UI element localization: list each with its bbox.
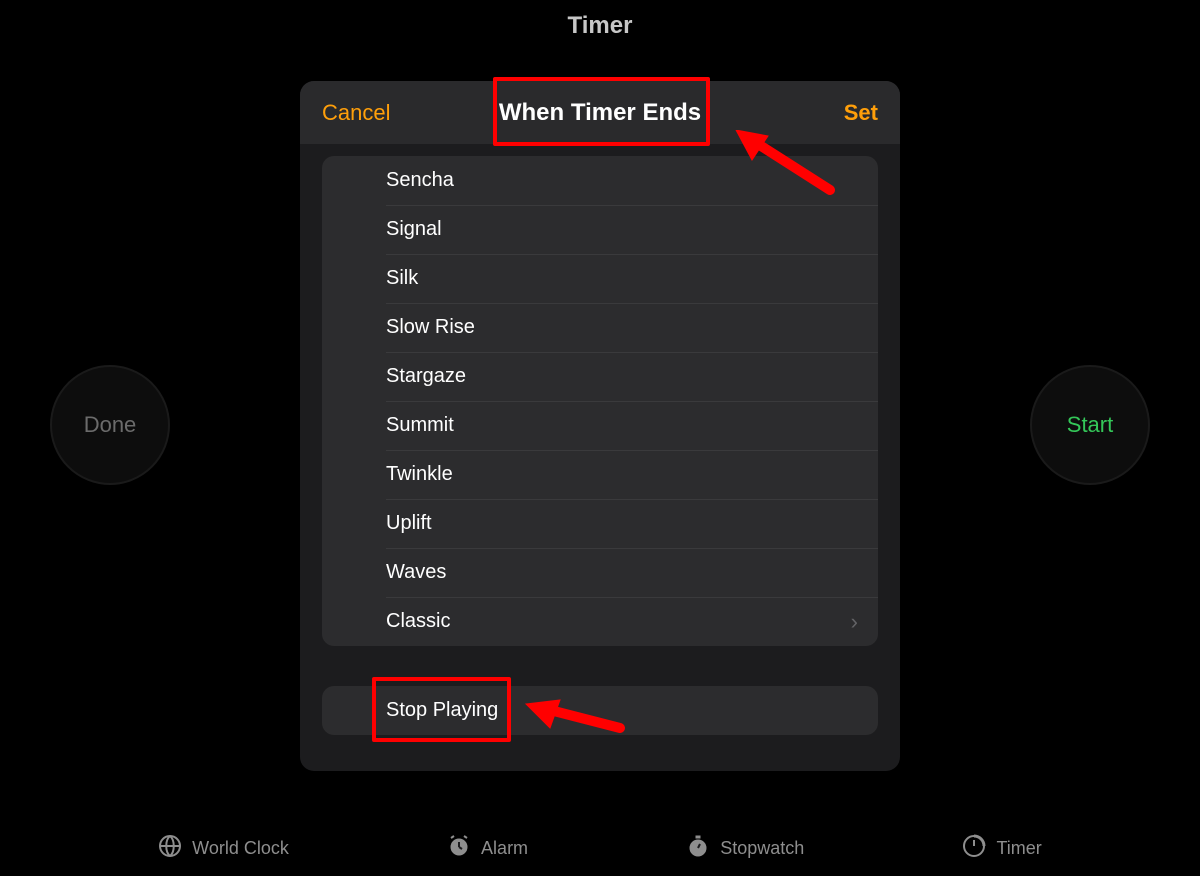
sound-label: Summit — [386, 414, 454, 437]
sound-label: Silk — [386, 267, 418, 290]
timer-icon — [962, 834, 986, 863]
done-button-label: Done — [84, 412, 137, 438]
tab-label: Stopwatch — [720, 838, 804, 859]
sound-row-twinkle[interactable]: Twinkle — [322, 450, 878, 499]
tab-timer[interactable]: Timer — [962, 834, 1041, 863]
when-timer-ends-sheet: Cancel When Timer Ends Set Sencha Signal… — [300, 81, 900, 771]
tab-label: World Clock — [192, 838, 289, 859]
sheet-header: Cancel When Timer Ends Set — [300, 81, 900, 144]
sound-row-summit[interactable]: Summit — [322, 401, 878, 450]
tab-alarm[interactable]: Alarm — [447, 834, 528, 863]
sound-label: Signal — [386, 218, 442, 241]
tab-world-clock[interactable]: World Clock — [158, 834, 289, 863]
sound-label: Classic — [386, 610, 450, 633]
tab-stopwatch[interactable]: Stopwatch — [686, 834, 804, 863]
start-button-label: Start — [1067, 412, 1113, 438]
sound-label: Twinkle — [386, 463, 453, 486]
sound-row-slow-rise[interactable]: Slow Rise — [322, 303, 878, 352]
stopwatch-icon — [686, 834, 710, 863]
sheet-body: Sencha Signal Silk Slow Rise Stargaze Su… — [300, 144, 900, 771]
globe-icon — [158, 834, 182, 863]
sound-row-stargaze[interactable]: Stargaze — [322, 352, 878, 401]
sound-row-uplift[interactable]: Uplift — [322, 499, 878, 548]
stop-playing-label: Stop Playing — [386, 699, 498, 722]
cancel-button[interactable]: Cancel — [322, 100, 402, 126]
sound-label: Stargaze — [386, 365, 466, 388]
sound-row-waves[interactable]: Waves — [322, 548, 878, 597]
page-title: Timer — [0, 12, 1200, 40]
sound-label: Slow Rise — [386, 316, 475, 339]
sound-label: Waves — [386, 561, 446, 584]
sound-list: Sencha Signal Silk Slow Rise Stargaze Su… — [322, 156, 878, 646]
stop-playing-row[interactable]: Stop Playing — [322, 686, 878, 735]
sheet-title: When Timer Ends — [402, 99, 798, 127]
start-button[interactable]: Start — [1030, 365, 1150, 485]
set-button[interactable]: Set — [798, 100, 878, 126]
tab-label: Timer — [996, 838, 1041, 859]
done-button[interactable]: Done — [50, 365, 170, 485]
sound-label: Sencha — [386, 169, 454, 192]
alarm-icon — [447, 834, 471, 863]
sound-row-silk[interactable]: Silk — [322, 254, 878, 303]
sound-label: Uplift — [386, 512, 432, 535]
tab-label: Alarm — [481, 838, 528, 859]
chevron-right-icon: › — [851, 609, 858, 635]
sound-row-sencha[interactable]: Sencha — [322, 156, 878, 205]
sound-row-classic[interactable]: Classic › — [322, 597, 878, 646]
sound-row-signal[interactable]: Signal — [322, 205, 878, 254]
tab-bar: World Clock Alarm Stopwatch Timer — [0, 821, 1200, 876]
